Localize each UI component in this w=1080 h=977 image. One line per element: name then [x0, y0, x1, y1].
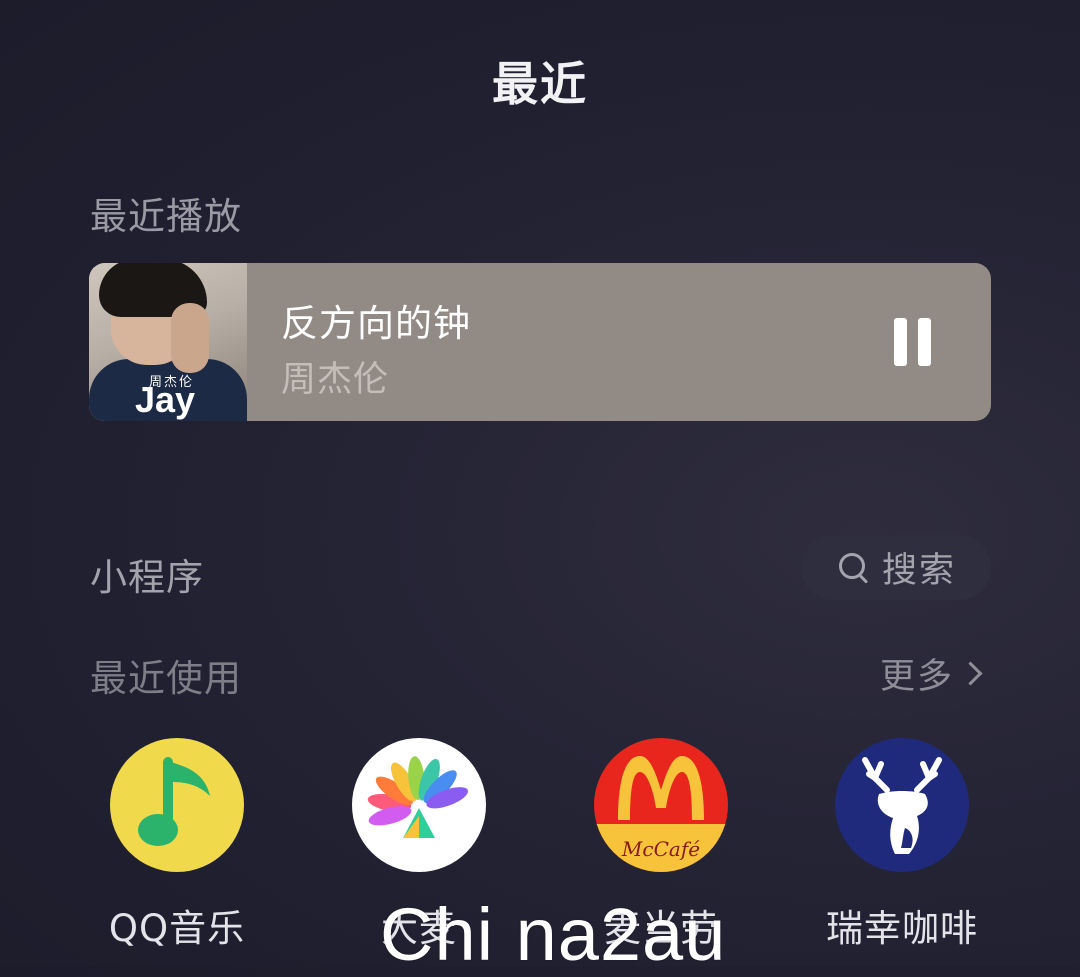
search-icon [836, 550, 872, 586]
watermark: Chi na2au [380, 893, 727, 976]
more-link[interactable]: 更多 [880, 648, 983, 699]
now-playing-card[interactable]: 周杰伦 Jay 反方向的钟 周杰伦 [89, 263, 991, 421]
mini-programs-label: 小程序 [90, 556, 204, 599]
qq-music-icon [110, 738, 244, 872]
mcdonalds-icon: McCafé [594, 738, 728, 872]
app-qq-music[interactable]: QQ音乐 [67, 738, 287, 952]
search-button[interactable]: 搜索 [801, 535, 991, 600]
album-cover-title-text: Jay [135, 379, 196, 420]
chevron-right-icon [958, 661, 983, 686]
pause-icon [894, 318, 907, 366]
more-label: 更多 [880, 657, 955, 697]
luckin-coffee-icon [835, 738, 969, 872]
app-luckin-coffee[interactable]: 瑞幸咖啡 [792, 738, 1012, 952]
page-title: 最近 [492, 57, 588, 111]
album-cover: 周杰伦 Jay [89, 263, 247, 421]
recent-play-label: 最近播放 [90, 195, 242, 238]
recently-used-label: 最近使用 [90, 657, 242, 700]
pause-button[interactable] [889, 315, 939, 369]
track-artist: 周杰伦 [281, 360, 390, 400]
damai-icon [352, 738, 486, 872]
mccafe-logo-text: McCafé [621, 837, 700, 861]
app-name: QQ音乐 [108, 907, 246, 950]
app-name: 瑞幸咖啡 [826, 907, 978, 950]
track-title: 反方向的钟 [281, 302, 471, 345]
search-label: 搜索 [881, 551, 956, 591]
